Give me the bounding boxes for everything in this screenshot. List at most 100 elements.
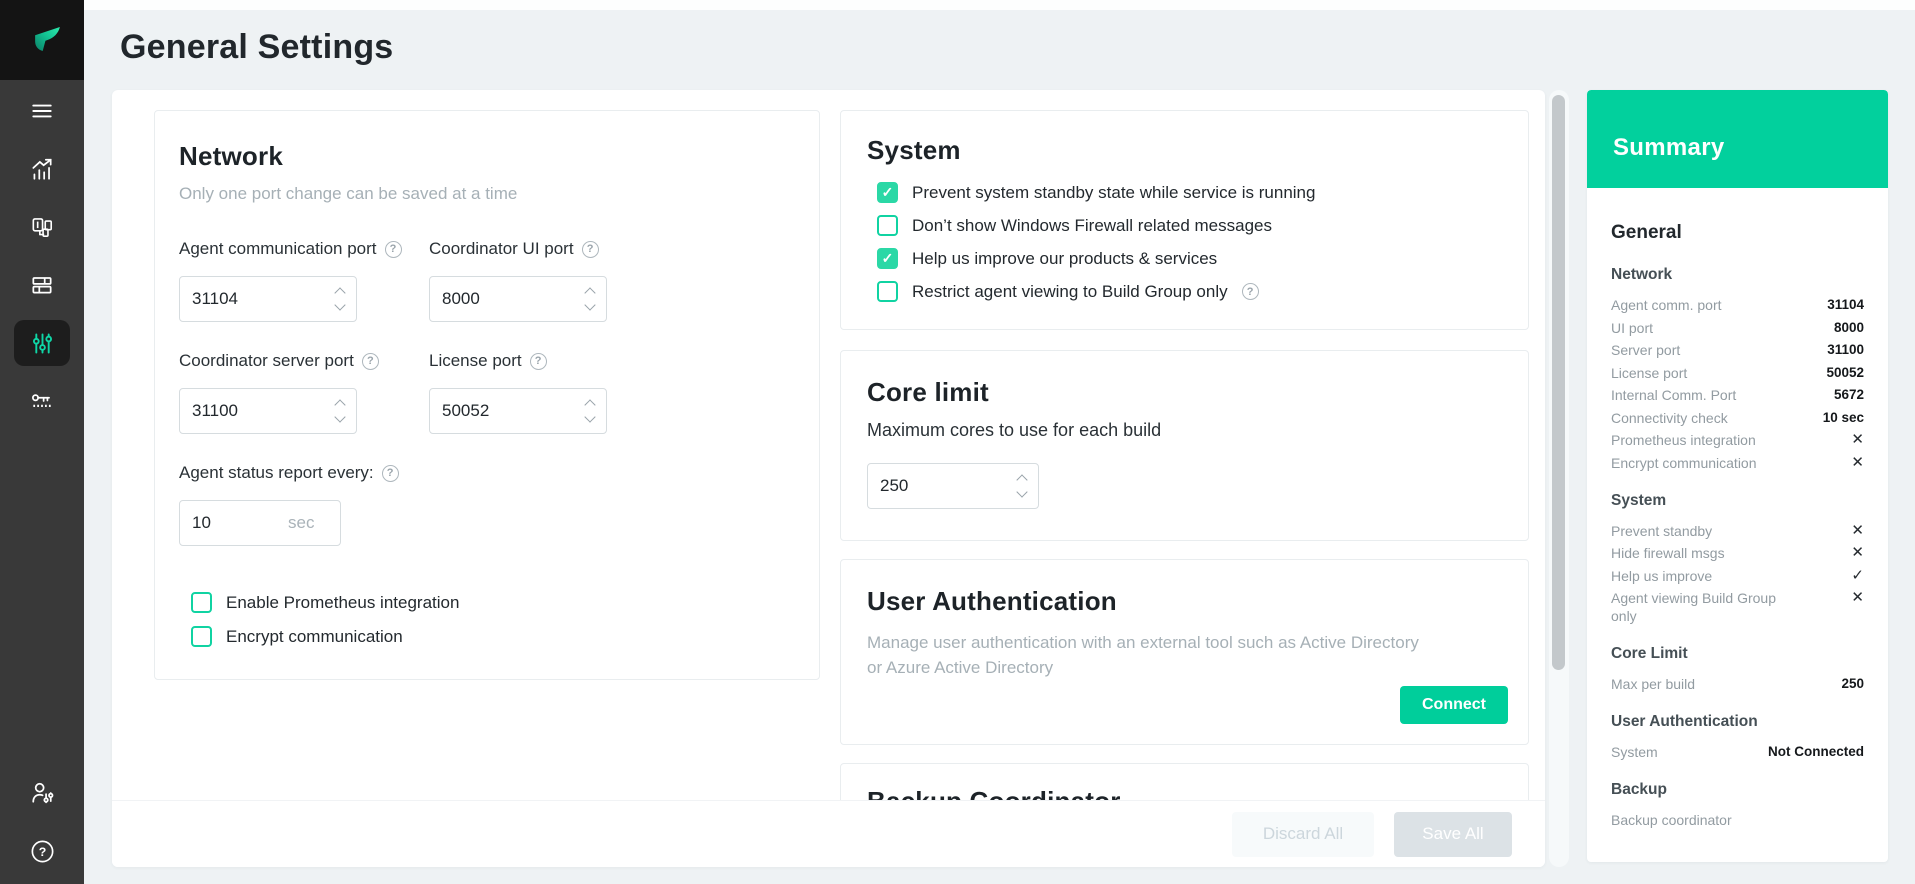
port-value[interactable] xyxy=(192,401,292,421)
system-checkboxes: Prevent system standby state while servi… xyxy=(877,182,1502,302)
top-strip xyxy=(84,0,1915,10)
sidebar-item-user-preferences[interactable] xyxy=(14,770,70,816)
connect-button[interactable]: Connect xyxy=(1400,686,1508,724)
interval-value[interactable] xyxy=(192,513,262,533)
field-label: Agent communication port xyxy=(179,239,377,259)
field-label: License port xyxy=(429,351,522,371)
app-logo[interactable] xyxy=(0,0,84,80)
restrict-agent-viewing-checkbox[interactable] xyxy=(877,281,898,302)
decrement-button[interactable] xyxy=(334,299,345,310)
prevent-standby-row: Prevent system standby state while servi… xyxy=(877,182,1502,203)
coordinator-ui-port-input[interactable] xyxy=(429,276,607,322)
layout-grid-icon xyxy=(29,272,55,298)
summary-title: Summary xyxy=(1613,134,1724,162)
port-value[interactable] xyxy=(442,289,542,309)
port-value[interactable] xyxy=(442,401,542,421)
prevent-standby-checkbox[interactable] xyxy=(877,182,898,203)
cross-icon: ✕ xyxy=(1851,454,1864,472)
agents-devices-icon xyxy=(29,214,55,240)
restrict-agent-viewing-row: Restrict agent viewing to Build Group on… xyxy=(877,281,1502,302)
increment-button[interactable] xyxy=(584,287,595,298)
discard-all-button[interactable]: Discard All xyxy=(1232,812,1374,857)
sidebar-item-dashboard[interactable] xyxy=(14,146,70,192)
core-limit-card: Core limit Maximum cores to use for each… xyxy=(840,350,1529,541)
help-icon[interactable] xyxy=(362,353,379,370)
increment-button[interactable] xyxy=(1016,474,1027,485)
page-title: General Settings xyxy=(120,28,393,67)
user-auth-description: Manage user authentication with an exter… xyxy=(867,631,1427,680)
incredibuild-logo-icon xyxy=(20,18,64,62)
core-limit-input[interactable] xyxy=(867,463,1039,509)
coordinator-server-port-input[interactable] xyxy=(179,388,357,434)
decrement-button[interactable] xyxy=(1016,486,1027,497)
help-icon[interactable] xyxy=(385,241,402,258)
field-label: Coordinator UI port xyxy=(429,239,574,259)
summary-row: Agent comm. port31104 xyxy=(1611,296,1864,314)
summary-general-heading: General xyxy=(1611,222,1864,244)
core-limit-title: Core limit xyxy=(867,377,1502,408)
help-icon[interactable] xyxy=(1242,283,1259,300)
sidebar-item-builds[interactable] xyxy=(14,262,70,308)
increment-button[interactable] xyxy=(584,399,595,410)
agent-communication-port-input[interactable] xyxy=(179,276,357,322)
help-icon[interactable] xyxy=(582,241,599,258)
unit-label: sec xyxy=(288,513,314,533)
summary-row: Server port31100 xyxy=(1611,341,1864,359)
core-limit-value[interactable] xyxy=(880,476,980,496)
help-icon[interactable] xyxy=(382,465,399,482)
sidebar-item-settings[interactable] xyxy=(14,320,70,366)
actions-footer: Discard All Save All xyxy=(112,800,1545,867)
prometheus-integration-row: Enable Prometheus integration xyxy=(191,592,795,613)
cross-icon: ✕ xyxy=(1851,589,1864,607)
summary-body: General Network Agent comm. port31104 UI… xyxy=(1587,188,1888,829)
sidebar-item-agents[interactable] xyxy=(14,204,70,250)
field-license-port: License port xyxy=(429,350,679,434)
summary-auth-heading: User Authentication xyxy=(1611,713,1864,731)
menu-toggle-button[interactable] xyxy=(14,88,70,134)
hide-firewall-checkbox[interactable] xyxy=(877,215,898,236)
field-agent-status-report: Agent status report every: sec xyxy=(179,462,429,546)
summary-row: Prometheus integration✕ xyxy=(1611,431,1864,449)
encrypt-communication-row: Encrypt communication xyxy=(191,626,795,647)
checkbox-label: Help us improve our products & services xyxy=(912,249,1217,269)
port-value[interactable] xyxy=(192,289,292,309)
checkbox-label: Prevent system standby state while servi… xyxy=(912,183,1315,203)
help-icon[interactable] xyxy=(530,353,547,370)
scrollbar-track[interactable] xyxy=(1549,90,1569,867)
summary-row: Internal Comm. Port5672 xyxy=(1611,386,1864,404)
core-limit-subtitle: Maximum cores to use for each build xyxy=(867,420,1502,441)
scrollbar-thumb[interactable] xyxy=(1552,95,1565,670)
summary-row: Max per build250 xyxy=(1611,675,1864,693)
summary-row: Hide firewall msgs✕ xyxy=(1611,544,1864,562)
sidebar-item-license[interactable] xyxy=(14,378,70,424)
network-subtitle: Only one port change can be saved at a t… xyxy=(179,184,795,204)
decrement-button[interactable] xyxy=(584,299,595,310)
summary-panel: Summary General Network Agent comm. port… xyxy=(1587,90,1888,862)
svg-text:?: ? xyxy=(38,845,46,859)
help-improve-checkbox[interactable] xyxy=(877,248,898,269)
help-button[interactable]: ? xyxy=(14,828,70,874)
user-auth-card: User Authentication Manage user authenti… xyxy=(840,559,1529,745)
increment-button[interactable] xyxy=(334,287,345,298)
help-improve-row: Help us improve our products & services xyxy=(877,248,1502,269)
cross-icon: ✕ xyxy=(1851,522,1864,540)
checkbox-label: Don’t show Windows Firewall related mess… xyxy=(912,216,1272,236)
decrement-button[interactable] xyxy=(584,411,595,422)
network-fields: Agent communication port Coordinator UI … xyxy=(179,238,795,546)
summary-row: Agent viewing Build Group only✕ xyxy=(1611,589,1864,625)
license-port-input[interactable] xyxy=(429,388,607,434)
field-agent-communication-port: Agent communication port xyxy=(179,238,429,322)
summary-system-heading: System xyxy=(1611,492,1864,510)
summary-row: UI port8000 xyxy=(1611,319,1864,337)
prometheus-integration-checkbox[interactable] xyxy=(191,592,212,613)
increment-button[interactable] xyxy=(334,399,345,410)
save-all-button[interactable]: Save All xyxy=(1394,812,1512,857)
decrement-button[interactable] xyxy=(334,411,345,422)
hide-firewall-row: Don’t show Windows Firewall related mess… xyxy=(877,215,1502,236)
system-card: System Prevent system standby state whil… xyxy=(840,110,1529,330)
settings-panel: Network Only one port change can be save… xyxy=(112,90,1545,867)
summary-row: Help us improve✓ xyxy=(1611,567,1864,585)
agent-status-report-input[interactable]: sec xyxy=(179,500,341,546)
check-icon: ✓ xyxy=(1851,567,1864,585)
encrypt-communication-checkbox[interactable] xyxy=(191,626,212,647)
